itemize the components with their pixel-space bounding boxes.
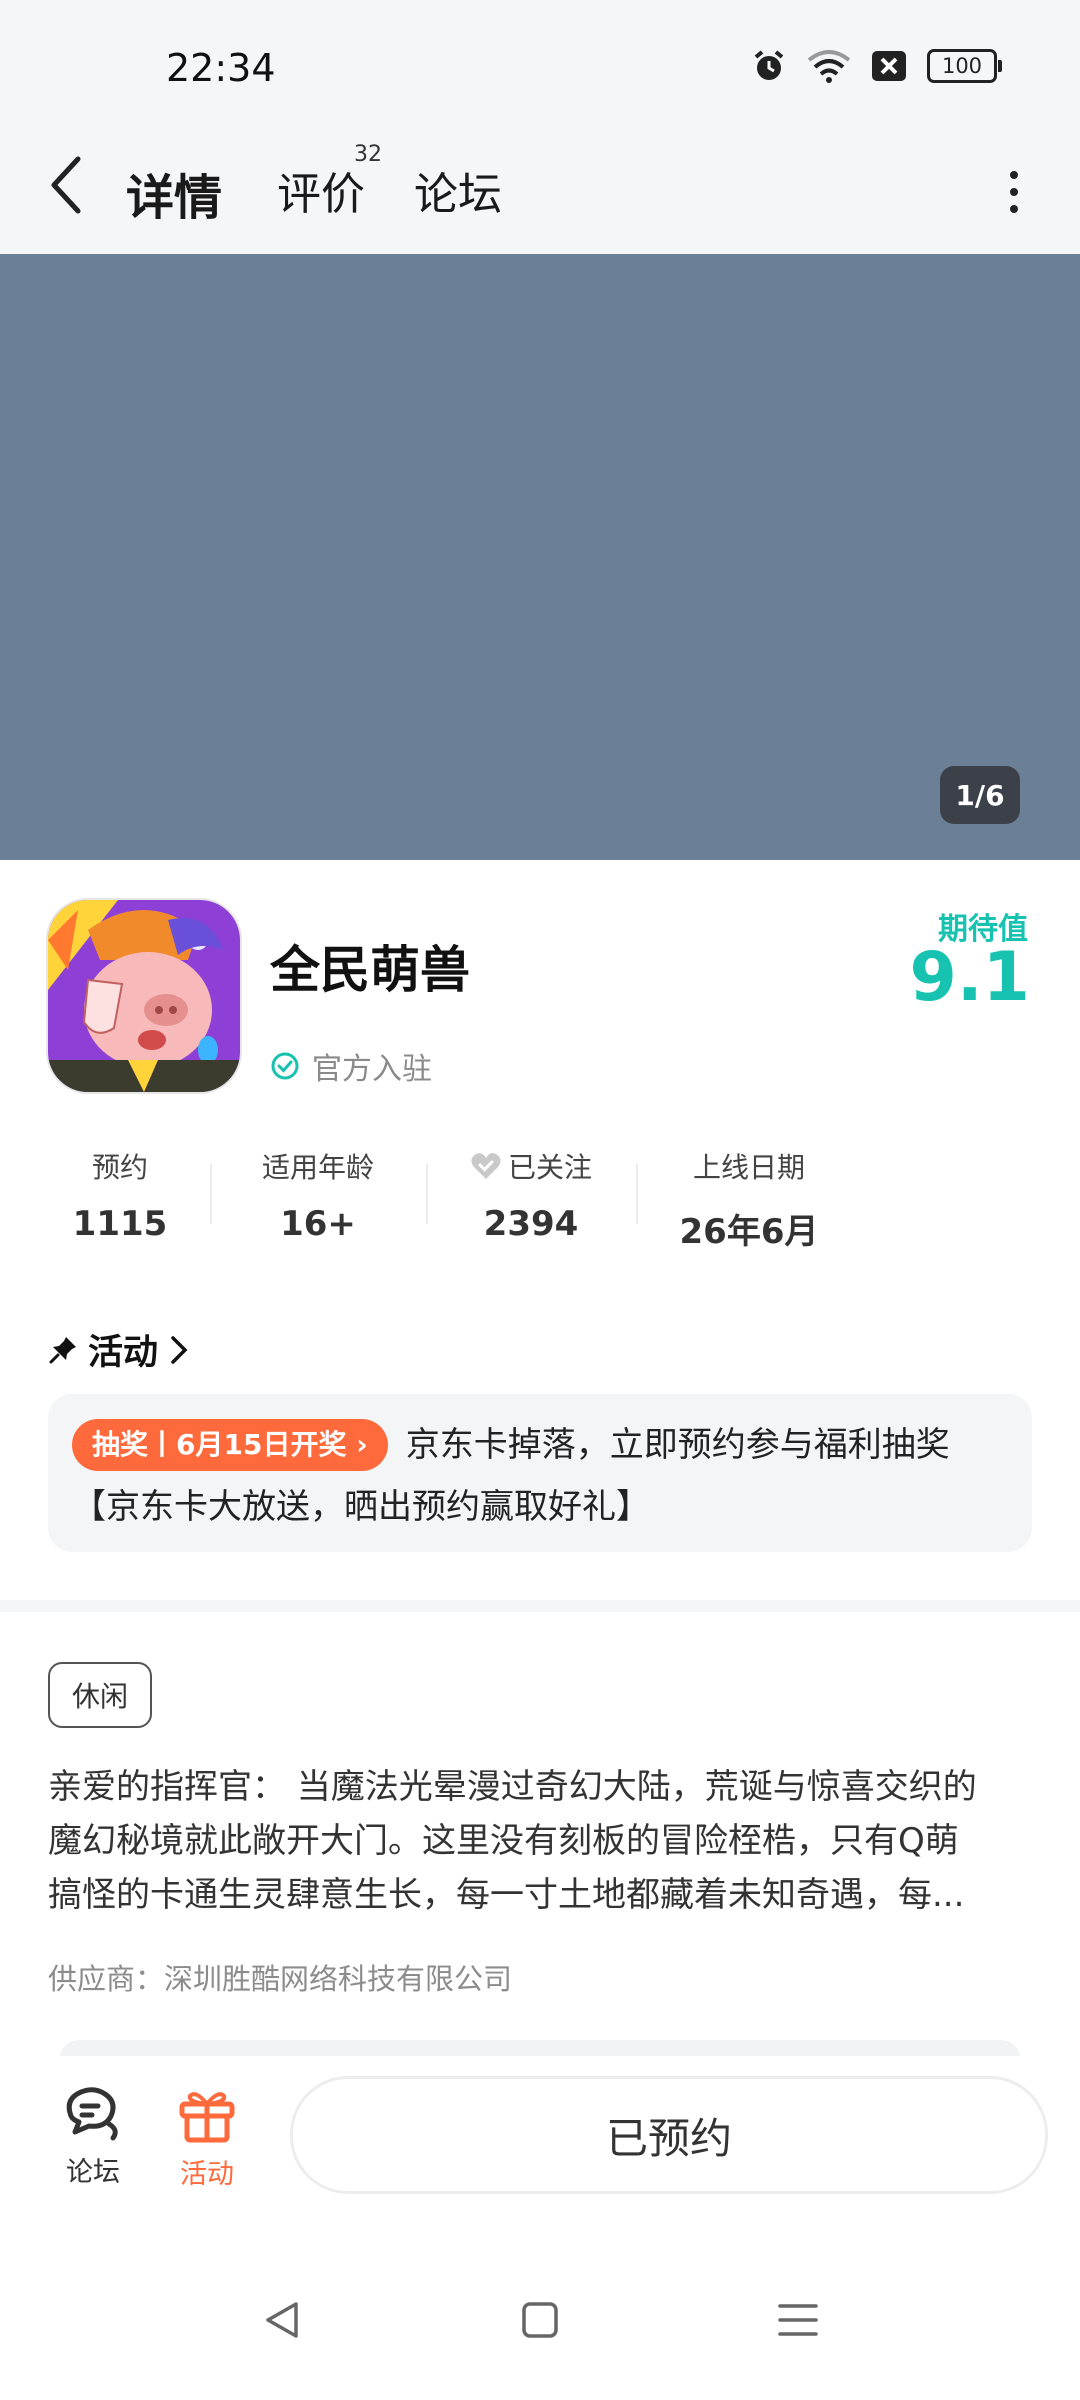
stat-followers[interactable]: 已关注 2394 [448, 1146, 614, 1244]
activity-heading-label: 活动 [88, 1333, 159, 1373]
stat-value: 2394 [483, 1204, 579, 1244]
activity-card[interactable]: 抽奖丨6月15日开奖 › 京东卡掉落，立即预约参与福利抽奖【京东卡大放送，晒出预约… [48, 1394, 1032, 1552]
description-line: 搞怪的卡通生灵肆意生长，每一寸土地都藏着未知奇遇，每... [48, 1875, 965, 1915]
app-icon [48, 900, 240, 1092]
system-home-button[interactable] [500, 2280, 580, 2360]
expect-score: 9.1 [909, 938, 1030, 1017]
top-nav: 详情 评价 32 论坛 [0, 130, 1080, 254]
stat-label: 适用年龄 [261, 1151, 374, 1184]
battery-tip [998, 60, 1002, 72]
stat-label: 预约 [91, 1151, 148, 1184]
activity-text-block: 抽奖丨6月15日开奖 › 京东卡掉落，立即预约参与福利抽奖【京东卡大放送，晒出预约… [72, 1414, 1012, 1538]
status-bar: 22:34 100 [0, 0, 1080, 130]
more-dot-icon [1010, 171, 1018, 179]
stat-label: 已关注 [448, 1146, 614, 1186]
description-line: 魔幻秘境就此敞开大门。这里没有刻板的冒险桎梏，只有Q萌 [48, 1821, 959, 1861]
stat-value: 1115 [72, 1204, 168, 1244]
official-label: 官方入驻 [312, 1052, 432, 1087]
battery-indicator: 100 [927, 49, 1002, 83]
stat-age-rating: 适用年龄 16+ [238, 1146, 398, 1244]
lottery-tag: 抽奖丨6月15日开奖 › [72, 1419, 388, 1471]
description-line: 亲爱的指挥官： 当魔法光晕漫过奇幻大陆，荒诞与惊喜交织的 [48, 1767, 977, 1807]
stat-divider [636, 1164, 638, 1224]
pin-icon [49, 1336, 76, 1363]
system-menu-button[interactable] [758, 2280, 838, 2360]
official-badge: 官方入驻 [270, 1044, 432, 1088]
square-home-icon [522, 2302, 558, 2338]
stat-divider [210, 1164, 212, 1224]
activity-heading[interactable]: 活动 [48, 1324, 190, 1375]
wifi-icon [807, 50, 851, 83]
more-dot-icon [1010, 188, 1018, 196]
tab-review[interactable]: 评价 [277, 158, 365, 222]
battery-level: 100 [927, 49, 997, 83]
bottom-forum-label: 论坛 [66, 2157, 120, 2188]
tab-detail-label: 详情 [126, 170, 223, 226]
stat-label: 上线日期 [692, 1151, 805, 1184]
tab-forum[interactable]: 论坛 [414, 158, 502, 222]
bottom-activity-label: 活动 [180, 2159, 234, 2190]
reserved-button[interactable]: 已预约 [290, 2076, 1048, 2194]
app-name: 全民萌兽 [270, 941, 470, 999]
no-sim-icon [872, 51, 906, 81]
heart-icon [471, 1153, 501, 1179]
supplier-text: 供应商：深圳胜酷网络科技有限公司 [48, 1962, 513, 1996]
stat-label-text: 已关注 [507, 1151, 592, 1184]
chevron-right-icon: › [356, 1428, 368, 1461]
chevron-left-icon [51, 156, 81, 214]
stat-value: 16+ [280, 1204, 356, 1244]
game-description[interactable]: 亲爱的指挥官： 当魔法光晕漫过奇幻大陆，荒诞与惊喜交织的 魔幻秘境就此敞开大门。… [48, 1760, 1038, 1922]
stat-launch-date: 上线日期 26年6月 [660, 1146, 838, 1253]
status-icons: 100 [751, 44, 1002, 88]
carousel-counter: 1/6 [940, 766, 1020, 824]
chevron-right-icon [171, 1335, 188, 1364]
section-divider [0, 1600, 1080, 1612]
tab-forum-label: 论坛 [414, 169, 502, 220]
tab-detail[interactable]: 详情 [122, 158, 227, 238]
review-count-badge: 32 [354, 142, 382, 167]
back-button[interactable] [48, 148, 98, 222]
stat-value: 26年6月 [679, 1212, 819, 1252]
bottom-activity-button[interactable]: 活动 [162, 2086, 252, 2191]
stat-divider [426, 1164, 428, 1224]
more-options-button[interactable] [984, 152, 1044, 232]
lottery-tag-label: 抽奖丨6月15日开奖 [92, 1428, 347, 1461]
more-dot-icon [1010, 205, 1018, 213]
system-navigation-bar [0, 2236, 1080, 2400]
tab-review-label: 评价 [277, 169, 365, 220]
verified-check-icon [271, 1052, 299, 1080]
media-carousel[interactable]: 1/6 [0, 254, 1080, 860]
triangle-back-icon [266, 2302, 298, 2338]
stat-reservations: 预约 1115 [60, 1146, 180, 1244]
status-time: 22:34 [166, 46, 276, 90]
bottom-action-bar: 论坛 活动 已预约 [0, 2056, 1080, 2236]
alarm-icon [754, 50, 784, 80]
forum-chat-icon [66, 2087, 118, 2141]
genre-tag[interactable]: 休闲 [48, 1662, 153, 1728]
gift-icon [179, 2092, 235, 2143]
bottom-forum-button[interactable]: 论坛 [48, 2086, 138, 2189]
system-back-button[interactable] [242, 2280, 322, 2360]
menu-lines-icon [778, 2304, 818, 2336]
